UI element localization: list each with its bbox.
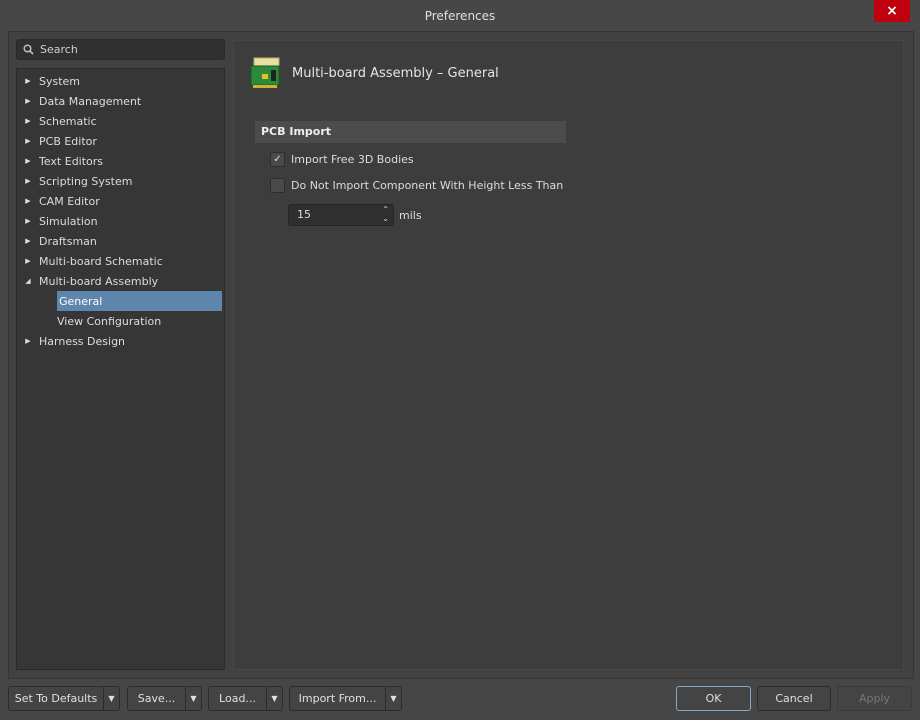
tree-item-label: Schematic	[39, 114, 97, 128]
import-from-button[interactable]: Import From... ▼	[289, 686, 402, 711]
collapsed-arrow-icon[interactable]: ▶	[17, 337, 39, 345]
search-input[interactable]: Search	[16, 39, 225, 60]
page-header: Multi-board Assembly – General	[250, 57, 499, 89]
tree-item-label: View Configuration	[57, 314, 162, 328]
tree-item-label: Simulation	[39, 214, 98, 228]
tree-item-harness-design[interactable]: ▶ Harness Design	[17, 331, 224, 351]
load-button[interactable]: Load... ▼	[208, 686, 283, 711]
button-label: Cancel	[775, 692, 813, 705]
tree-subitem-view-configuration[interactable]: View Configuration	[17, 311, 224, 331]
tree-item-draftsman[interactable]: ▶ Draftsman	[17, 231, 224, 251]
tree-item-simulation[interactable]: ▶ Simulation	[17, 211, 224, 231]
dropdown-arrow-icon[interactable]: ▼	[385, 687, 401, 710]
dropdown-arrow-icon[interactable]: ▼	[266, 687, 282, 710]
dropdown-arrow-icon[interactable]: ▼	[185, 687, 201, 710]
button-label: OK	[705, 692, 722, 705]
spin-arrows-icon[interactable]: ⌃ ⌄	[382, 205, 389, 223]
window-title: Preferences	[424, 9, 496, 23]
pcb-board-icon	[250, 57, 280, 88]
checkbox-label: Import Free 3D Bodies	[291, 153, 414, 166]
tree-item-label: Draftsman	[39, 234, 97, 248]
collapsed-arrow-icon[interactable]: ▶	[17, 237, 39, 245]
button-label: Save...	[137, 692, 176, 705]
tree-item-cam-editor[interactable]: ▶ CAM Editor	[17, 191, 224, 211]
tree-item-label: Text Editors	[39, 154, 104, 168]
search-placeholder: Search	[40, 43, 78, 56]
import-free-3d-checkbox[interactable]: ✓ Import Free 3D Bodies	[270, 152, 414, 167]
collapsed-arrow-icon[interactable]: ▶	[17, 197, 39, 205]
collapsed-arrow-icon[interactable]: ▶	[17, 77, 39, 85]
collapsed-arrow-icon[interactable]: ▶	[17, 177, 39, 185]
tree-item-schematic[interactable]: ▶ Schematic	[17, 111, 224, 131]
tree-item-label: PCB Editor	[39, 134, 97, 148]
tree-item-label: Scripting System	[39, 174, 133, 188]
page-title: Multi-board Assembly – General	[292, 65, 499, 81]
checkbox-box	[270, 178, 285, 193]
checkmark-icon: ✓	[270, 152, 285, 167]
collapsed-arrow-icon[interactable]: ▶	[17, 217, 39, 225]
height-units: mils	[399, 209, 422, 222]
height-value: 15	[297, 208, 311, 221]
height-spinbox[interactable]: 15 ⌃ ⌄	[288, 204, 394, 226]
title-bar: Preferences ×	[0, 0, 920, 32]
ok-button[interactable]: OK	[676, 686, 751, 711]
tree-item-label: General	[59, 294, 103, 308]
button-label: Import From...	[298, 692, 377, 705]
tree-item-label: Data Management	[39, 94, 142, 108]
apply-button[interactable]: Apply	[837, 686, 912, 711]
collapsed-arrow-icon[interactable]: ▶	[17, 137, 39, 145]
collapsed-arrow-icon[interactable]: ▶	[17, 97, 39, 105]
button-label: Load...	[219, 692, 256, 705]
tree-item-label: Multi-board Schematic	[39, 254, 163, 268]
button-label: Apply	[858, 692, 891, 705]
tree-item-label: Harness Design	[39, 334, 126, 348]
cancel-button[interactable]: Cancel	[757, 686, 831, 711]
tree-item-text-editors[interactable]: ▶ Text Editors	[17, 151, 224, 171]
tree-item-multi-board-schematic[interactable]: ▶ Multi-board Schematic	[17, 251, 224, 271]
search-icon	[23, 44, 34, 55]
collapsed-arrow-icon[interactable]: ▶	[17, 117, 39, 125]
category-tree[interactable]: ▶ System ▶ Data Management ▶ Schematic ▶ PCB Ed…	[16, 68, 225, 670]
tree-item-label: Multi-board Assembly	[39, 274, 159, 288]
do-not-import-checkbox[interactable]: Do Not Import Component With Height Less…	[270, 178, 563, 193]
tree-item-label: System	[39, 74, 81, 88]
close-icon: ×	[886, 3, 898, 19]
tree-item-multi-board-assembly[interactable]: ◢ Multi-board Assembly	[17, 271, 224, 291]
settings-panel: Multi-board Assembly – General PCB Impor…	[233, 40, 904, 670]
collapsed-arrow-icon[interactable]: ▶	[17, 157, 39, 165]
section-header-pcb-import: PCB Import	[255, 121, 566, 143]
tree-item-label: CAM Editor	[39, 194, 100, 208]
button-label: Set To Defaults	[14, 692, 98, 705]
dropdown-arrow-icon[interactable]: ▼	[103, 687, 119, 710]
close-button[interactable]: ×	[874, 0, 910, 22]
set-to-defaults-button[interactable]: Set To Defaults ▼	[8, 686, 120, 711]
tree-item-system[interactable]: ▶ System	[17, 71, 224, 91]
checkbox-label: Do Not Import Component With Height Less…	[291, 179, 564, 192]
save-button[interactable]: Save... ▼	[127, 686, 202, 711]
tree-item-scripting-system[interactable]: ▶ Scripting System	[17, 171, 224, 191]
tree-item-data-management[interactable]: ▶ Data Management	[17, 91, 224, 111]
expanded-arrow-icon[interactable]: ◢	[17, 277, 39, 285]
collapsed-arrow-icon[interactable]: ▶	[17, 257, 39, 265]
tree-item-pcb-editor[interactable]: ▶ PCB Editor	[17, 131, 224, 151]
tree-subitem-general[interactable]: General	[57, 291, 222, 311]
